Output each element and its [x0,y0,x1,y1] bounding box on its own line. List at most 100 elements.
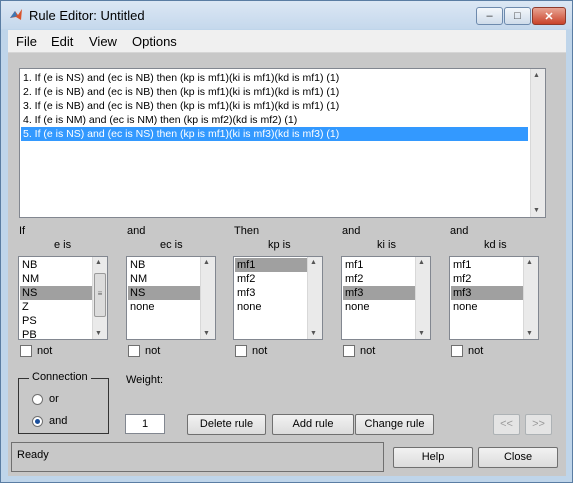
list-item[interactable]: mf2 [235,272,308,286]
scroll-down-icon[interactable]: ▼ [533,207,540,214]
scroll-up-icon[interactable]: ▲ [203,259,210,266]
scroll-up-icon[interactable]: ▲ [418,259,425,266]
rules-list[interactable]: 1. If (e is NS) and (ec is NB) then (kp … [19,68,546,218]
if-connector-label: If [19,225,26,237]
list-item[interactable]: mf1 [451,258,524,272]
ec-label: ec is [160,239,183,251]
list-item[interactable]: PS [20,314,93,328]
scroll-up-icon[interactable]: ▲ [526,259,533,266]
scroll-thumb[interactable]: ≡ [94,273,106,317]
e-label: e is [54,239,72,251]
list-item[interactable]: NB [20,258,93,272]
menu-view[interactable]: View [89,34,117,49]
change-rule-button[interactable]: Change rule [355,414,434,435]
close-window-button[interactable]: ✕ [532,7,566,25]
rule-item-selected[interactable]: 5. If (e is NS) and (ec is NS) then (kp … [21,127,528,141]
radio-selected-dot [35,419,40,424]
e-listbox[interactable]: NB NM NS Z PS PB ▲ ≡ ▼ [18,256,108,340]
list-item[interactable]: mf3 [235,286,308,300]
next-rule-button[interactable]: >> [525,414,552,435]
scroll-up-icon[interactable]: ▲ [310,259,317,266]
menu-edit[interactable]: Edit [51,34,73,49]
list-item[interactable]: none [451,300,524,314]
list-item-selected[interactable]: mf3 [343,286,416,300]
list-item[interactable]: NM [128,272,201,286]
list-item[interactable]: none [343,300,416,314]
or-radio-label: or [49,393,59,405]
e-scrollbar[interactable]: ▲ ≡ ▼ [92,257,107,339]
status-text: Ready [17,449,49,461]
connection-title: Connection [29,371,91,383]
kd-not-checkbox[interactable] [451,345,463,357]
kp-listbox[interactable]: mf1 mf2 mf3 none ▲ ▼ [233,256,323,340]
list-item[interactable]: mf1 [343,258,416,272]
close-button[interactable]: Close [478,447,558,468]
kp-not-checkbox[interactable] [235,345,247,357]
kd-label: kd is [484,239,507,251]
and-radio[interactable] [32,416,43,427]
scroll-down-icon[interactable]: ▼ [418,330,425,337]
ec-scrollbar[interactable]: ▲ ▼ [200,257,215,339]
minimize-button[interactable]: – [476,7,503,25]
menu-file[interactable]: File [16,34,37,49]
scroll-up-icon[interactable]: ▲ [533,72,540,79]
ki-not-checkbox[interactable] [343,345,355,357]
kp-not-label: not [252,345,268,357]
ec-not-checkbox[interactable] [128,345,140,357]
status-bar: Ready [11,442,384,472]
ec-listbox[interactable]: NB NM NS none ▲ ▼ [126,256,216,340]
kp-label: kp is [268,239,291,251]
weight-label: Weight: [126,374,164,386]
kp-scrollbar[interactable]: ▲ ▼ [307,257,322,339]
delete-rule-button[interactable]: Delete rule [187,414,266,435]
list-item[interactable]: none [235,300,308,314]
connection-group: Connection or and [18,371,109,434]
and-connector-label: and [342,225,361,237]
list-item-selected[interactable]: mf1 [235,258,308,272]
scroll-down-icon[interactable]: ▼ [203,330,210,337]
kd-scrollbar[interactable]: ▲ ▼ [523,257,538,339]
ki-not-label: not [360,345,376,357]
list-item[interactable]: PB [20,328,93,339]
previous-rule-button[interactable]: << [493,414,520,435]
editor-panel: 1. If (e is NS) and (ec is NB) then (kp … [8,53,566,476]
maximize-button[interactable]: □ [504,7,531,25]
help-button[interactable]: Help [393,447,473,468]
ki-scrollbar[interactable]: ▲ ▼ [415,257,430,339]
kd-listbox[interactable]: mf1 mf2 mf3 none ▲ ▼ [449,256,539,340]
and-connector-label: and [127,225,146,237]
ki-listbox[interactable]: mf1 mf2 mf3 none ▲ ▼ [341,256,431,340]
rule-editor-window: Rule Editor: Untitled – □ ✕ File Edit Vi… [0,0,573,483]
window-title: Rule Editor: Untitled [29,8,145,23]
list-item[interactable]: NB [128,258,201,272]
list-item[interactable]: none [128,300,201,314]
rules-scrollbar[interactable]: ▲ ▼ [530,69,545,217]
list-item-selected[interactable]: NS [128,286,201,300]
menu-bar: File Edit View Options [8,30,566,53]
list-item[interactable]: mf2 [451,272,524,286]
rule-item[interactable]: 3. If (e is NB) and (ec is NB) then (kp … [21,99,528,113]
rule-item[interactable]: 1. If (e is NS) and (ec is NB) then (kp … [21,71,528,85]
scroll-up-icon[interactable]: ▲ [95,259,102,266]
matlab-icon [10,9,22,20]
list-item[interactable]: NM [20,272,93,286]
ec-not-label: not [145,345,161,357]
list-item-selected[interactable]: NS [20,286,93,300]
list-item[interactable]: Z [20,300,93,314]
ki-label: ki is [377,239,396,251]
rule-item[interactable]: 2. If (e is NB) and (ec is NB) then (kp … [21,85,528,99]
list-item[interactable]: mf2 [343,272,416,286]
scroll-down-icon[interactable]: ▼ [526,330,533,337]
rule-item[interactable]: 4. If (e is NM) and (ec is NM) then (kp … [21,113,528,127]
list-item-selected[interactable]: mf3 [451,286,524,300]
scroll-down-icon[interactable]: ▼ [95,330,102,337]
kd-not-label: not [468,345,484,357]
e-not-checkbox[interactable] [20,345,32,357]
menu-options[interactable]: Options [132,34,177,49]
add-rule-button[interactable]: Add rule [272,414,354,435]
scroll-down-icon[interactable]: ▼ [310,330,317,337]
then-connector-label: Then [234,225,260,237]
e-not-label: not [37,345,53,357]
or-radio[interactable] [32,394,43,405]
weight-input[interactable]: 1 [125,414,165,434]
